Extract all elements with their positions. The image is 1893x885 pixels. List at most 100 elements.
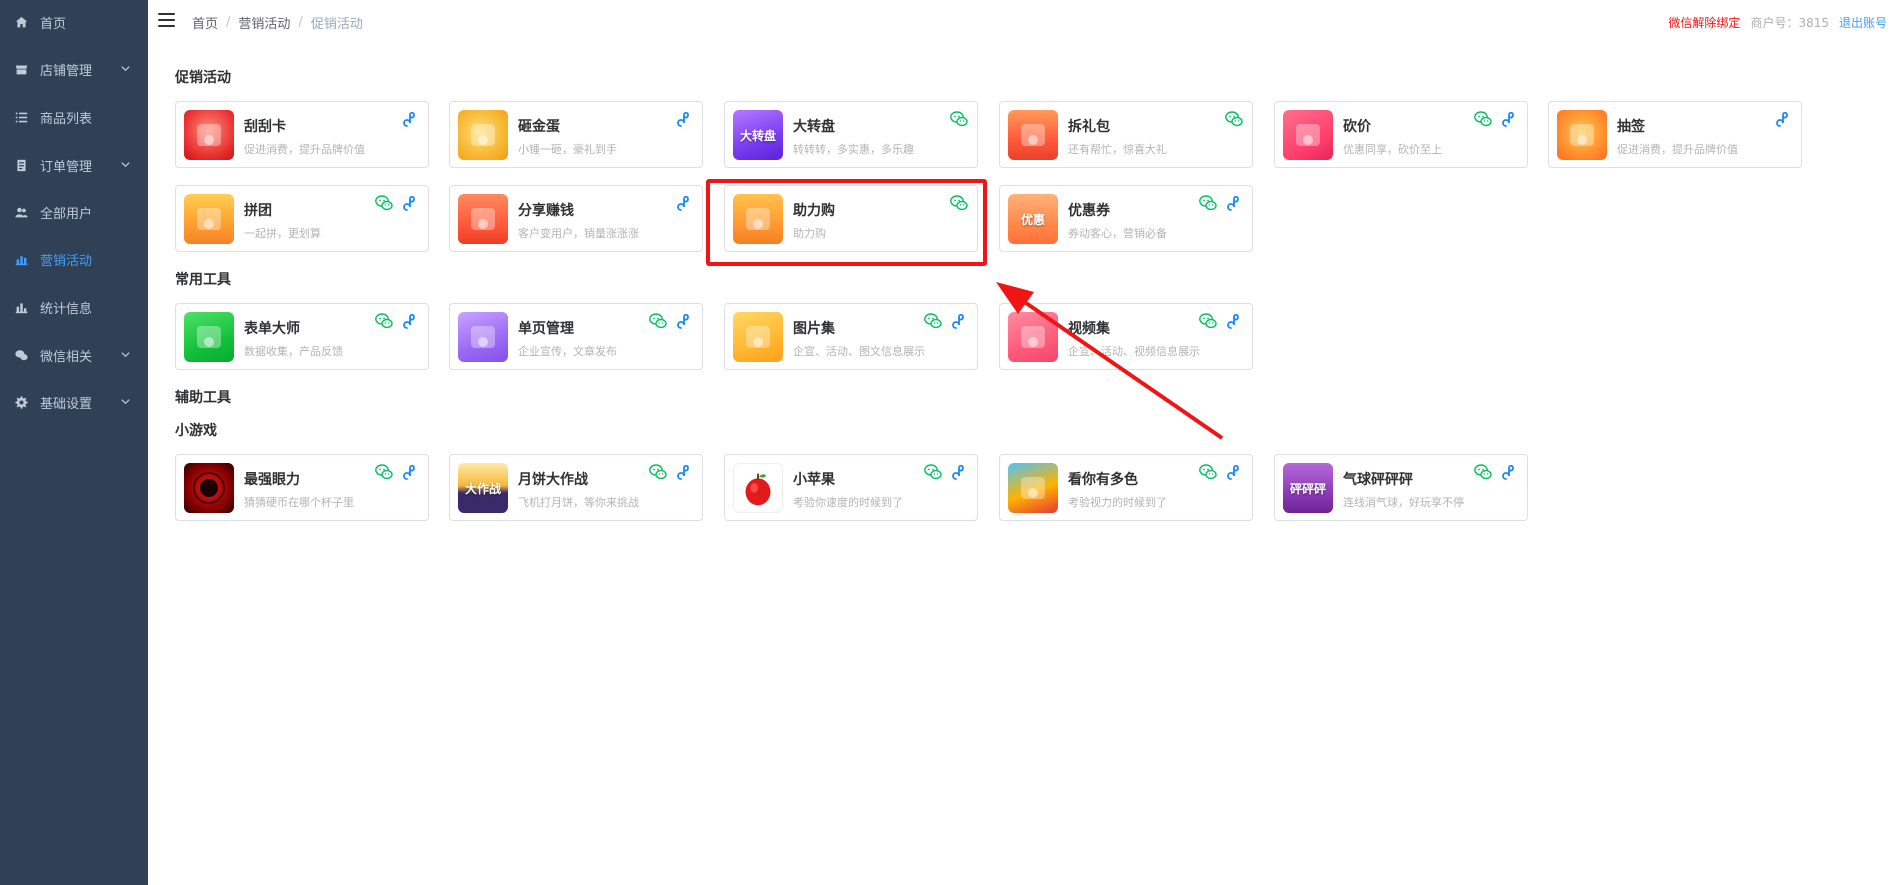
- wechat-icon[interactable]: [648, 462, 668, 482]
- activity-card[interactable]: 单页管理 企业宣传，文章发布: [449, 303, 703, 370]
- section-title-games: 小游戏: [175, 423, 217, 439]
- gallery-thumb: [733, 312, 783, 362]
- card-title: 大转盘: [793, 119, 835, 135]
- wechat-icon[interactable]: [1198, 462, 1218, 482]
- store-icon: [14, 62, 28, 76]
- card-description: 券动客心，营销必备: [1068, 227, 1167, 240]
- card-title: 砸金蛋: [518, 119, 560, 135]
- card-description: 转转转，多实惠，多乐趣: [793, 143, 914, 156]
- mini-program-link-icon[interactable]: [400, 193, 420, 213]
- mini-program-link-icon[interactable]: [1499, 109, 1519, 129]
- list-icon: [14, 110, 28, 124]
- wechat-icon[interactable]: [374, 311, 394, 331]
- video-thumb: [1008, 312, 1058, 362]
- chevron-down-icon: [120, 159, 132, 171]
- wechat-icon[interactable]: [1473, 462, 1493, 482]
- mini-program-link-icon[interactable]: [674, 193, 694, 213]
- scratch-card-thumb: [184, 110, 234, 160]
- sidebar-item-5[interactable]: 营销活动: [0, 244, 148, 274]
- activity-card[interactable]: 刮刮卡 促进消费，提升品牌价值: [175, 101, 429, 168]
- breadcrumb-separator: /: [226, 15, 231, 30]
- activity-card[interactable]: 大转盘 大转盘 转转转，多实惠，多乐趣: [724, 101, 978, 168]
- sidebar-item-label: 微信相关: [40, 349, 93, 365]
- activity-card[interactable]: 抽签 促进消费，提升品牌价值: [1548, 101, 1802, 168]
- logout-link[interactable]: 退出账号: [1839, 14, 1887, 31]
- sidebar-item-3[interactable]: 订单管理: [0, 150, 148, 180]
- mini-program-link-icon[interactable]: [949, 311, 969, 331]
- form-icon: [197, 326, 221, 348]
- card-title: 砍价: [1343, 119, 1371, 135]
- sidebar-item-1[interactable]: 店铺管理: [0, 54, 148, 84]
- mini-program-link-icon[interactable]: [400, 311, 420, 331]
- mini-program-link-icon[interactable]: [674, 311, 694, 331]
- sidebar-item-label: 基础设置: [40, 396, 93, 412]
- activity-card[interactable]: 优惠 优惠券 券动客心，营销必备: [999, 185, 1253, 252]
- card-badges: [1192, 193, 1244, 213]
- mini-program-link-icon[interactable]: [674, 462, 694, 482]
- unbind-wechat-link[interactable]: 微信解除绑定: [1668, 14, 1740, 31]
- mini-program-link-icon[interactable]: [1499, 462, 1519, 482]
- sidebar-item-8[interactable]: 基础设置: [0, 387, 148, 417]
- users-icon: [14, 205, 28, 219]
- card-description: 企宣、活动、图文信息展示: [793, 345, 925, 358]
- sidebar-item-4[interactable]: 全部用户: [0, 197, 148, 227]
- mini-program-link-icon[interactable]: [949, 462, 969, 482]
- mini-program-link-icon[interactable]: [1773, 109, 1793, 129]
- mini-program-link-icon[interactable]: [400, 109, 420, 129]
- activity-card[interactable]: 分享赚钱 客户变用户，销量涨涨涨: [449, 185, 703, 252]
- card-title: 单页管理: [518, 321, 574, 337]
- wechat-icon[interactable]: [1473, 109, 1493, 129]
- wechat-icon[interactable]: [374, 462, 394, 482]
- group-buy-thumb: [184, 194, 234, 244]
- activity-card[interactable]: 看你有多色 考验视力的时候到了: [999, 454, 1253, 521]
- activity-card[interactable]: 视频集 企宣、活动、视频信息展示: [999, 303, 1253, 370]
- sidebar-item-0[interactable]: 首页: [0, 7, 148, 37]
- wechat-icon[interactable]: [923, 462, 943, 482]
- card-description: 数据收集，产品反馈: [244, 345, 343, 358]
- card-description: 客户变用户，销量涨涨涨: [518, 227, 639, 240]
- sidebar-item-label: 营销活动: [40, 253, 93, 269]
- activity-card[interactable]: 砍价 优惠同享，砍价至上: [1274, 101, 1528, 168]
- sidebar-item-6[interactable]: 统计信息: [0, 292, 148, 322]
- sidebar-item-2[interactable]: 商品列表: [0, 102, 148, 132]
- home-icon: [14, 15, 28, 29]
- hamburger-menu-icon[interactable]: [158, 13, 175, 27]
- thumb-text: 优惠: [1020, 212, 1045, 227]
- sidebar-item-label: 商品列表: [40, 111, 93, 127]
- activity-card[interactable]: 小苹果 考验你速度的时候到了: [724, 454, 978, 521]
- mini-program-link-icon[interactable]: [400, 462, 420, 482]
- breadcrumb-home[interactable]: 首页: [192, 13, 218, 32]
- card-description: 促进消费，提升品牌价值: [1617, 143, 1738, 156]
- golden-egg-thumb: [458, 110, 508, 160]
- sidebar-item-7[interactable]: 微信相关: [0, 340, 148, 370]
- activity-card[interactable]: 图片集 企宣、活动、图文信息展示: [724, 303, 978, 370]
- wechat-icon[interactable]: [648, 311, 668, 331]
- apple-icon: [745, 473, 771, 506]
- golden-egg-icon: [471, 124, 495, 146]
- mini-program-link-icon[interactable]: [1224, 193, 1244, 213]
- wechat-icon[interactable]: [1198, 193, 1218, 213]
- wechat-icon[interactable]: [923, 311, 943, 331]
- sidebar-item-label: 首页: [40, 16, 67, 32]
- activity-card[interactable]: 拆礼包 还有帮忙，惊喜大礼: [999, 101, 1253, 168]
- card-badges: [1467, 462, 1519, 482]
- activity-card[interactable]: 大作战 月饼大作战 飞机打月饼，等你来挑战: [449, 454, 703, 521]
- wechat-icon[interactable]: [374, 193, 394, 213]
- breadcrumb-marketing[interactable]: 营销活动: [238, 13, 290, 32]
- card-description: 考验视力的时候到了: [1068, 496, 1167, 509]
- eye-icon: [193, 472, 225, 504]
- mini-program-link-icon[interactable]: [1224, 311, 1244, 331]
- sidebar: 首页店铺管理商品列表订单管理全部用户营销活动统计信息微信相关基础设置: [0, 0, 148, 885]
- activity-card[interactable]: 砸金蛋 小锤一砸，豪礼到手: [449, 101, 703, 168]
- activity-card[interactable]: 表单大师 数据收集，产品反馈: [175, 303, 429, 370]
- mini-program-link-icon[interactable]: [1224, 462, 1244, 482]
- wechat-icon[interactable]: [1198, 311, 1218, 331]
- activity-card[interactable]: 最强眼力 猜猜硬币在哪个杯子里: [175, 454, 429, 521]
- wechat-icon[interactable]: [949, 109, 969, 129]
- section-title-promo: 促销活动: [175, 70, 231, 86]
- mini-program-link-icon[interactable]: [674, 109, 694, 129]
- wechat-icon[interactable]: [1224, 109, 1244, 129]
- activity-card[interactable]: 砰砰砰 气球砰砰砰 连线消气球，好玩享不停: [1274, 454, 1528, 521]
- card-badges: [1192, 462, 1244, 482]
- activity-card[interactable]: 拼团 一起拼，更划算: [175, 185, 429, 252]
